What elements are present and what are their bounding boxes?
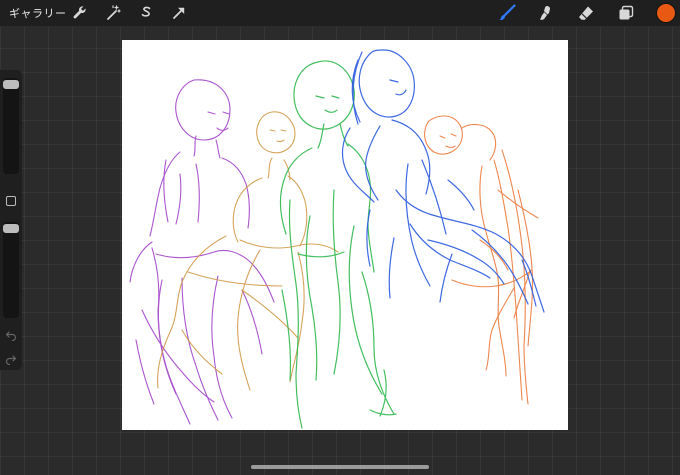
brush-icon[interactable] [498, 4, 516, 22]
color-picker-button[interactable] [657, 4, 675, 22]
home-indicator[interactable] [251, 465, 429, 469]
green-figure-sketch [279, 60, 397, 429]
top-toolbar: ギャラリー [0, 0, 680, 26]
brush-size-slider[interactable] [3, 78, 19, 174]
blue-figure-sketch [341, 49, 545, 313]
left-sidebar [0, 70, 22, 370]
sketch-artwork [129, 49, 545, 429]
layers-icon[interactable] [617, 4, 635, 22]
undo-icon[interactable] [5, 329, 17, 341]
gallery-button[interactable]: ギャラリー [9, 5, 67, 21]
selection-icon[interactable] [137, 4, 155, 22]
drawing-canvas[interactable] [122, 40, 568, 430]
opacity-slider[interactable] [3, 222, 19, 318]
opacity-thumb[interactable] [3, 224, 19, 233]
smudge-icon[interactable] [537, 4, 555, 22]
transform-arrow-icon[interactable] [170, 4, 188, 22]
orange-figure-sketch [424, 115, 539, 405]
eraser-icon[interactable] [577, 4, 595, 22]
redo-icon[interactable] [5, 353, 17, 365]
orange-brown-figure-sketch [157, 111, 339, 391]
magic-wand-icon[interactable] [104, 4, 122, 22]
brush-size-thumb[interactable] [3, 80, 19, 89]
wrench-icon[interactable] [71, 4, 89, 22]
square-modify-icon[interactable] [6, 196, 16, 206]
